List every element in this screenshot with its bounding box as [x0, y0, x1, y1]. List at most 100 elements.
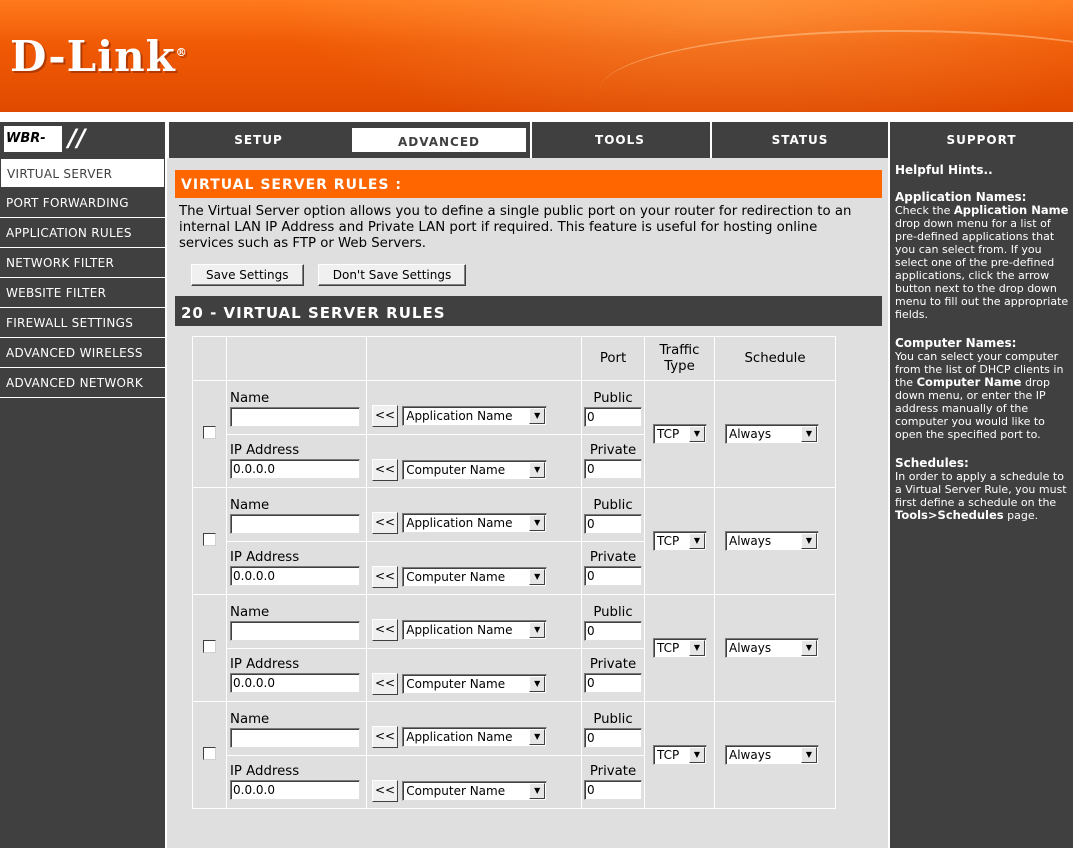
chevron-down-icon: ▼ [689, 747, 705, 763]
rule-enable-checkbox[interactable] [203, 746, 216, 760]
name-label: Name [230, 712, 270, 728]
application-name-select[interactable]: Application Name ▼ [402, 727, 548, 748]
public-port-input[interactable]: 0 [584, 514, 642, 535]
tab-support[interactable]: SUPPORT [888, 122, 1073, 158]
chevron-down-icon: ▼ [689, 640, 705, 656]
private-label: Private [589, 549, 637, 565]
schedule-select[interactable]: Always ▼ [725, 745, 819, 765]
private-label: Private [589, 763, 637, 779]
sidebar-item-virtual-server[interactable]: VIRTUAL SERVER [0, 158, 165, 188]
application-name-select[interactable]: Application Name ▼ [402, 513, 548, 534]
sidebar-item-advanced-wireless[interactable]: ADVANCED WIRELESS [0, 338, 165, 368]
sidebar: VIRTUAL SERVER PORT FORWARDING APPLICATI… [0, 158, 167, 848]
ip-address-input[interactable]: 0.0.0.0 [230, 779, 360, 800]
hint-text: Check the Application Name drop down men… [895, 203, 1069, 322]
apply-computer-button[interactable]: << [372, 565, 398, 588]
chevron-down-icon: ▼ [529, 729, 546, 746]
apply-application-button[interactable]: << [372, 512, 398, 535]
col-header-traffic-type: Traffic Type [644, 336, 715, 381]
section-title: VIRTUAL SERVER RULES : [175, 170, 882, 198]
save-settings-button[interactable]: Save Settings [191, 264, 304, 286]
private-port-input[interactable]: 0 [584, 779, 642, 800]
apply-computer-button[interactable]: << [372, 779, 398, 802]
private-label: Private [589, 442, 637, 458]
apply-computer-button[interactable]: << [372, 458, 398, 481]
apply-application-button[interactable]: << [372, 405, 398, 428]
apply-application-button[interactable]: << [372, 726, 398, 749]
name-input[interactable] [230, 728, 360, 749]
chevron-down-icon: ▼ [529, 568, 546, 585]
header-divider [0, 112, 1073, 122]
public-label: Public [593, 712, 633, 728]
public-label: Public [593, 498, 633, 514]
traffic-type-select[interactable]: TCP ▼ [653, 424, 707, 444]
computer-name-select[interactable]: Computer Name ▼ [402, 459, 548, 480]
application-name-select[interactable]: Application Name ▼ [402, 620, 548, 641]
rule-checkbox-cell [192, 701, 227, 809]
apply-application-button[interactable]: << [372, 619, 398, 642]
computer-name-select[interactable]: Computer Name ▼ [402, 780, 548, 801]
name-input[interactable] [230, 621, 360, 642]
traffic-type-select[interactable]: TCP ▼ [653, 531, 707, 551]
header-banner: D-Link® [0, 0, 1073, 112]
ip-address-input[interactable]: 0.0.0.0 [230, 672, 360, 693]
rule-enable-checkbox[interactable] [203, 425, 216, 439]
table-header-row: Port Traffic Type Schedule [192, 336, 836, 381]
sidebar-item-network-filter[interactable]: NETWORK FILTER [0, 248, 165, 278]
name-label: Name [230, 605, 270, 621]
col-header-schedule: Schedule [714, 336, 836, 381]
sidebar-item-advanced-network[interactable]: ADVANCED NETWORK [0, 368, 165, 398]
sidebar-item-website-filter[interactable]: WEBSITE FILTER [0, 278, 165, 308]
sidebar-item-port-forwarding[interactable]: PORT FORWARDING [0, 188, 165, 218]
tab-advanced[interactable]: ADVANCED [350, 126, 528, 154]
chevron-down-icon: ▼ [529, 622, 546, 639]
hint-heading: Computer Names: [895, 336, 1017, 350]
tab-status[interactable]: STATUS [710, 122, 888, 158]
private-port-input[interactable]: 0 [584, 565, 642, 586]
dont-save-settings-button[interactable]: Don't Save Settings [317, 264, 467, 286]
main-content: VIRTUAL SERVER RULES : The Virtual Serve… [167, 158, 888, 848]
traffic-type-select[interactable]: TCP ▼ [653, 638, 707, 658]
section-body: The Virtual Server option allows you to … [175, 198, 882, 296]
sidebar-item-application-rules[interactable]: APPLICATION RULES [0, 218, 165, 248]
computer-name-select[interactable]: Computer Name ▼ [402, 566, 548, 587]
chevron-down-icon: ▼ [529, 515, 546, 532]
ip-address-label: IP Address [230, 442, 300, 458]
rule-enable-checkbox[interactable] [203, 532, 216, 546]
name-input[interactable] [230, 407, 360, 428]
rule-checkbox-cell [192, 594, 227, 702]
table-row: Name << Application Name ▼ Public 0 TCP ▼ Alway… [192, 701, 836, 809]
col-header-port: Port [581, 336, 645, 381]
traffic-type-select[interactable]: TCP ▼ [653, 745, 707, 765]
application-name-select[interactable]: Application Name ▼ [402, 406, 548, 427]
private-port-input[interactable]: 0 [584, 458, 642, 479]
schedule-select[interactable]: Always ▼ [725, 531, 819, 551]
rule-checkbox-cell [192, 380, 227, 488]
chevron-down-icon: ▼ [689, 426, 705, 442]
public-label: Public [593, 391, 633, 407]
ip-address-input[interactable]: 0.0.0.0 [230, 458, 360, 479]
description-text: The Virtual Server option allows you to … [179, 204, 852, 251]
computer-name-select[interactable]: Computer Name ▼ [402, 673, 548, 694]
table-row: Name << Application Name ▼ Public 0 TCP ▼ Alway… [192, 594, 836, 702]
schedule-select[interactable]: Always ▼ [725, 638, 819, 658]
ip-address-input[interactable]: 0.0.0.0 [230, 565, 360, 586]
schedule-select[interactable]: Always ▼ [725, 424, 819, 444]
public-port-input[interactable]: 0 [584, 407, 642, 428]
name-input[interactable] [230, 514, 360, 535]
sidebar-item-firewall-settings[interactable]: FIREWALL SETTINGS [0, 308, 165, 338]
rule-enable-checkbox[interactable] [203, 639, 216, 653]
private-port-input[interactable]: 0 [584, 672, 642, 693]
chevron-down-icon: ▼ [801, 426, 817, 442]
name-label: Name [230, 391, 270, 407]
chevron-down-icon: ▼ [529, 461, 546, 478]
chevron-down-icon: ▼ [529, 782, 546, 799]
tab-setup[interactable]: SETUP [167, 122, 348, 158]
apply-computer-button[interactable]: << [372, 672, 398, 695]
rules-title: 20 - VIRTUAL SERVER RULES [175, 296, 882, 326]
helpful-hints-panel: Helpful Hints.. Application Names: Check… [888, 158, 1073, 848]
hint-heading: Schedules: [895, 456, 969, 470]
public-port-input[interactable]: 0 [584, 728, 642, 749]
tab-tools[interactable]: TOOLS [530, 122, 708, 158]
public-port-input[interactable]: 0 [584, 621, 642, 642]
